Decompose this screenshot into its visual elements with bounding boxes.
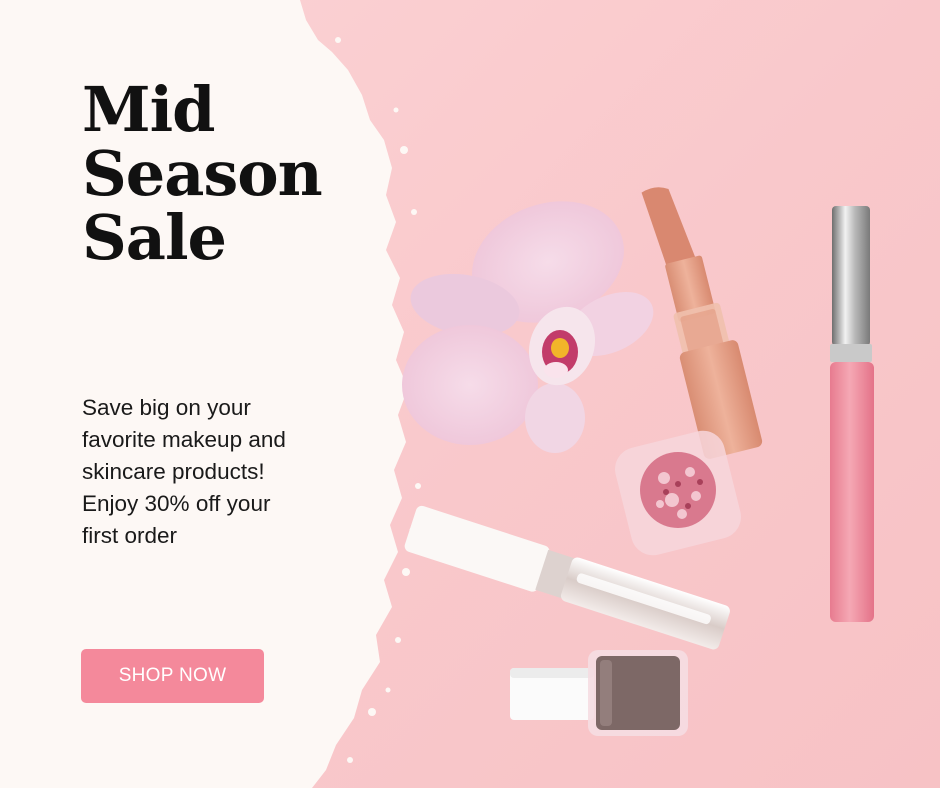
pink-lip-gloss-image [830, 206, 874, 622]
sale-banner: Mid Season Sale Save big on your favorit… [0, 0, 940, 788]
promo-line: skincare products! [82, 459, 265, 484]
orchid-flower-image [402, 201, 654, 453]
headline-line: Season [82, 137, 323, 210]
promo-line: Save big on your [82, 395, 251, 420]
promo-line: first order [82, 523, 178, 548]
nail-polish-image [510, 650, 688, 736]
nude-lipstick-image [641, 187, 763, 459]
promo-description: Save big on your favorite makeup and ski… [82, 392, 342, 552]
shop-now-button[interactable]: SHOP NOW [81, 649, 264, 703]
headline-line: Sale [82, 201, 227, 274]
headline: Mid Season Sale [82, 73, 323, 274]
promo-line: favorite makeup and [82, 427, 286, 452]
headline-line: Mid [82, 73, 216, 146]
promo-line: Enjoy 30% off your [82, 491, 271, 516]
